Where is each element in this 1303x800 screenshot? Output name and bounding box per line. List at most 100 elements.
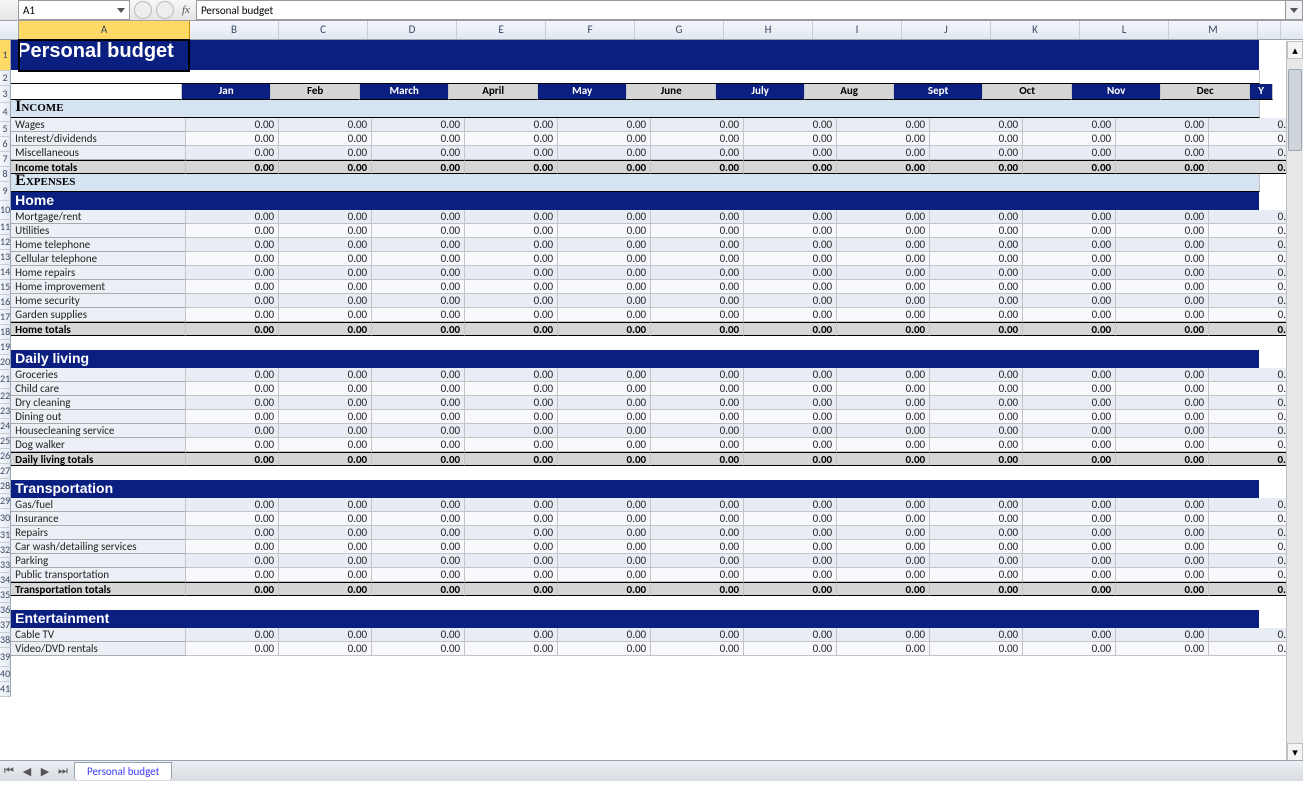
cell-value[interactable]: 0.00	[1116, 322, 1209, 336]
cell-value[interactable]: 0.00	[372, 424, 465, 438]
cell-value[interactable]: 0.00	[465, 280, 558, 294]
cell-value[interactable]: 0.00	[372, 526, 465, 540]
cell-value[interactable]: 0.00	[744, 132, 837, 146]
cell-value[interactable]: 0.00	[558, 540, 651, 554]
cell-value[interactable]: 0.00	[837, 438, 930, 452]
cell-value[interactable]: 0.00	[465, 452, 558, 466]
cell-value[interactable]: 0.00	[651, 498, 744, 512]
cell-value[interactable]: 0.00	[651, 308, 744, 322]
cell-label[interactable]: Income totals	[11, 160, 186, 174]
cell-value[interactable]: 0.00	[279, 438, 372, 452]
cell-value[interactable]: 0.00	[651, 424, 744, 438]
cell-value[interactable]: 0.00	[372, 308, 465, 322]
row-header[interactable]: 13	[0, 250, 11, 265]
cell-value[interactable]: 0.00	[1023, 424, 1116, 438]
cell-value[interactable]: 0.00	[1116, 224, 1209, 238]
cell-value[interactable]: 0.00	[837, 238, 930, 252]
cell-value[interactable]: 0.00	[651, 452, 744, 466]
cell-value[interactable]: 0.00	[837, 224, 930, 238]
row-header[interactable]: 29	[0, 494, 11, 509]
cell-value[interactable]: 0.00	[744, 118, 837, 132]
name-box-dropdown-icon[interactable]	[117, 8, 125, 13]
month-header[interactable]: April	[449, 84, 538, 100]
cell-label[interactable]: Groceries	[11, 368, 186, 382]
cell-value[interactable]: 0.00	[465, 526, 558, 540]
cell-value[interactable]: 0.00	[465, 582, 558, 596]
cell-value[interactable]: 0.00	[186, 238, 279, 252]
cell-value[interactable]: 0.00	[744, 280, 837, 294]
col-header-A[interactable]: A	[19, 21, 190, 39]
cell-value[interactable]: 0.00	[651, 294, 744, 308]
cell-value[interactable]: 0.00	[558, 294, 651, 308]
cell-value[interactable]: 0.00	[651, 410, 744, 424]
cell-label[interactable]: Child care	[11, 382, 186, 396]
cell-value[interactable]: 0.00	[744, 210, 837, 224]
month-header[interactable]: Sept	[894, 84, 983, 100]
cell-value[interactable]: 0.00	[558, 132, 651, 146]
fx-icon[interactable]: fx	[176, 4, 196, 16]
cell-value[interactable]: 0.00	[651, 568, 744, 582]
cell-value[interactable]: 0.00	[372, 294, 465, 308]
cell-value[interactable]: 0.00	[1116, 238, 1209, 252]
cell-value[interactable]: 0.00	[1023, 410, 1116, 424]
cell-value[interactable]: 0.00	[930, 368, 1023, 382]
cell-value[interactable]: 0.00	[837, 512, 930, 526]
cell-value[interactable]: 0.00	[279, 396, 372, 410]
tab-nav-first-icon[interactable]: ⏮	[1, 763, 17, 779]
cell-value[interactable]: 0.00	[930, 526, 1023, 540]
cell-value[interactable]: 0.00	[1116, 280, 1209, 294]
cell-value[interactable]: 0.00	[279, 540, 372, 554]
month-header[interactable]: Oct	[983, 84, 1072, 100]
cell-value[interactable]: 0.00	[465, 554, 558, 568]
row-header[interactable]: 7	[0, 152, 11, 167]
cell-label[interactable]: Daily living totals	[11, 452, 186, 466]
cell-label[interactable]: Repairs	[11, 526, 186, 540]
cell-value[interactable]: 0.00	[465, 438, 558, 452]
cell-value[interactable]: 0.00	[279, 526, 372, 540]
cell-value[interactable]: 0.00	[837, 266, 930, 280]
cell-value[interactable]: 0.00	[930, 308, 1023, 322]
cell-blank[interactable]	[11, 84, 182, 100]
cell-value[interactable]: 0.00	[930, 512, 1023, 526]
name-box[interactable]: A1	[18, 0, 130, 20]
cell-value[interactable]: 0.00	[372, 540, 465, 554]
cell-label[interactable]: Mortgage/rent	[11, 210, 186, 224]
cell-value[interactable]: 0.00	[372, 118, 465, 132]
cell-value[interactable]: 0.00	[930, 266, 1023, 280]
cell-value[interactable]: 0.00	[372, 382, 465, 396]
cell-value[interactable]: 0.00	[837, 252, 930, 266]
cell-value[interactable]: 0.00	[558, 512, 651, 526]
cell-value[interactable]: 0.00	[837, 322, 930, 336]
cell-value[interactable]: 0.00	[837, 568, 930, 582]
col-header-H[interactable]: H	[724, 21, 813, 39]
cell-value[interactable]: 0.00	[558, 280, 651, 294]
row-header[interactable]: 12	[0, 235, 11, 250]
cell-value[interactable]: 0.00	[930, 438, 1023, 452]
cell-value[interactable]: 0.00	[651, 438, 744, 452]
row-header[interactable]: 41	[0, 682, 11, 697]
cell-value[interactable]: 0.00	[465, 424, 558, 438]
cell-value[interactable]: 0.00	[744, 252, 837, 266]
cell-value[interactable]: 0.00	[1023, 628, 1116, 642]
cell-value[interactable]: 0.00	[372, 642, 465, 656]
cell-value[interactable]: 0.00	[186, 526, 279, 540]
row-header[interactable]: 24	[0, 419, 11, 434]
cell-label[interactable]: Miscellaneous	[11, 146, 186, 160]
cell-value[interactable]: 0.00	[837, 526, 930, 540]
cell-value[interactable]: 0.00	[651, 252, 744, 266]
cell-value[interactable]: 0.00	[930, 280, 1023, 294]
cell-value[interactable]: 0.00	[1023, 132, 1116, 146]
cell-value[interactable]: 0.00	[558, 554, 651, 568]
cell-label[interactable]: Car wash/detailing services	[11, 540, 186, 554]
cell-value[interactable]: 0.00	[1023, 642, 1116, 656]
col-header-D[interactable]: D	[368, 21, 457, 39]
cell-value[interactable]: 0.00	[1116, 526, 1209, 540]
cell-value[interactable]: 0.00	[279, 308, 372, 322]
cell-label[interactable]: Home repairs	[11, 266, 186, 280]
cell-value[interactable]: 0.00	[558, 252, 651, 266]
row-header[interactable]: 18	[0, 325, 11, 340]
cell-value[interactable]: 0.00	[465, 224, 558, 238]
cell-value[interactable]: 0.00	[372, 512, 465, 526]
cell-value[interactable]: 0.00	[372, 160, 465, 174]
col-header-C[interactable]: C	[279, 21, 368, 39]
